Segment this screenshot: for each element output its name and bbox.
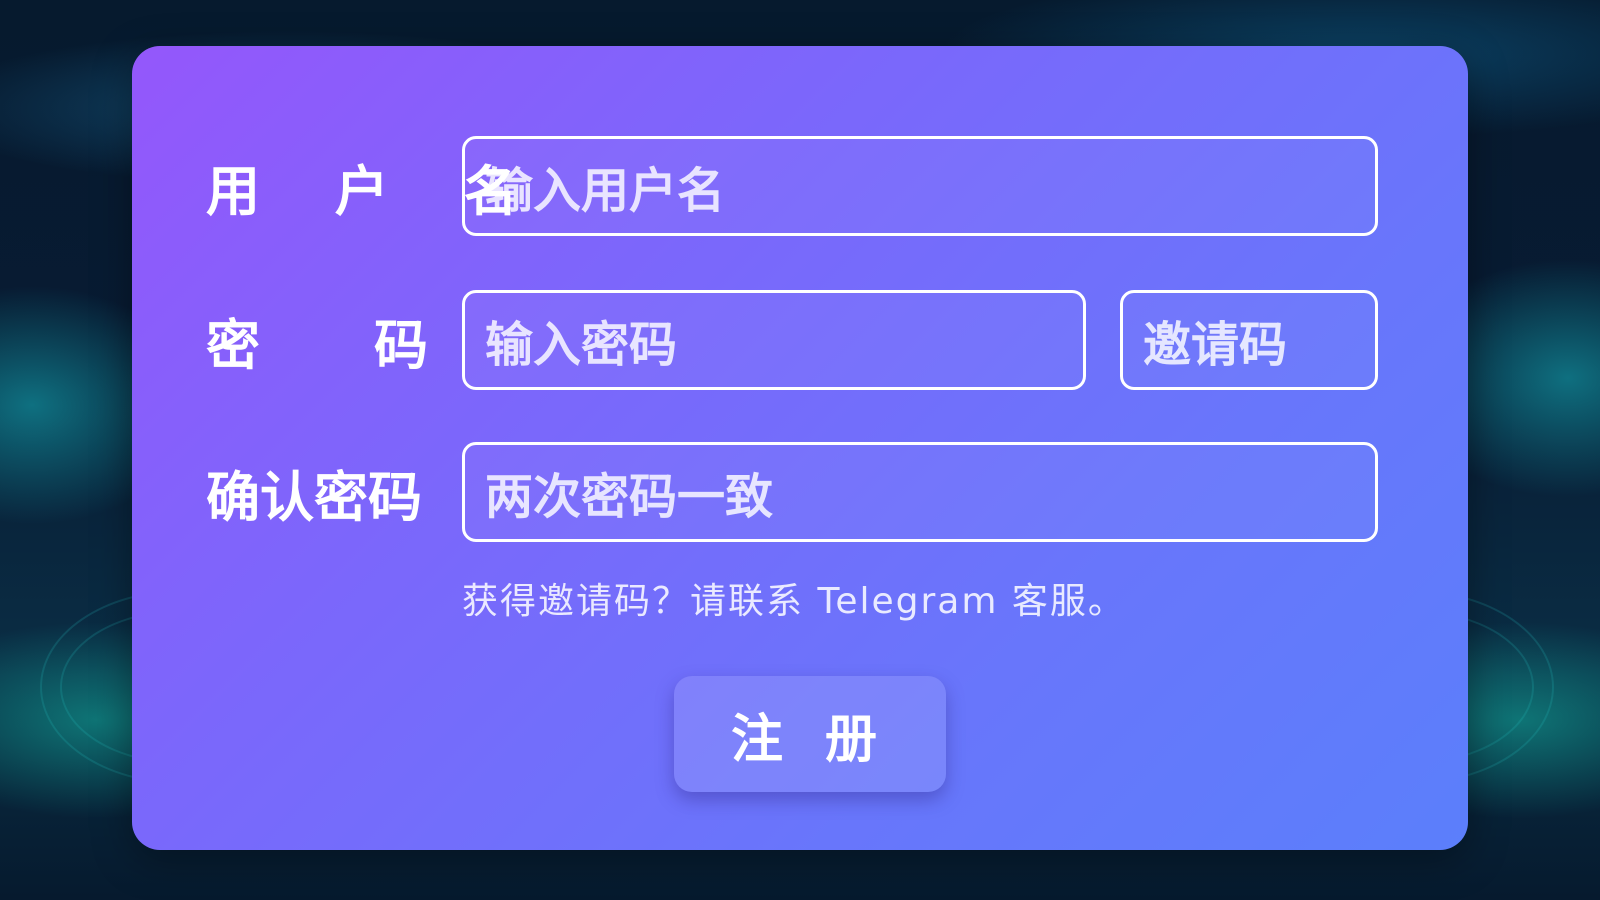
username-row: 用 户 名 输入用户名 bbox=[132, 136, 1468, 236]
password-input[interactable]: 输入密码 bbox=[462, 290, 1086, 390]
password-label-right: 码 bbox=[374, 313, 428, 377]
confirm-password-label: 确认密码 bbox=[206, 465, 422, 529]
register-form-card: 用 户 名 输入用户名 密 码 输入密码 邀请码 确认密码 两次密码一致 获得邀… bbox=[132, 46, 1468, 850]
confirm-password-row: 确认密码 两次密码一致 bbox=[132, 442, 1468, 542]
invite-code-hint: 获得邀请码？请联系 Telegram 客服。 bbox=[462, 581, 1126, 622]
password-label: 密 码 bbox=[206, 290, 428, 390]
register-button[interactable]: 注 册 bbox=[674, 676, 946, 792]
username-label: 用 户 名 bbox=[206, 159, 546, 223]
username-input[interactable]: 输入用户名 bbox=[462, 136, 1378, 236]
confirm-password-input[interactable]: 两次密码一致 bbox=[462, 442, 1378, 542]
password-row: 密 码 输入密码 邀请码 bbox=[132, 290, 1468, 390]
password-label-left: 密 bbox=[206, 313, 260, 377]
invite-code-input[interactable]: 邀请码 bbox=[1120, 290, 1378, 390]
